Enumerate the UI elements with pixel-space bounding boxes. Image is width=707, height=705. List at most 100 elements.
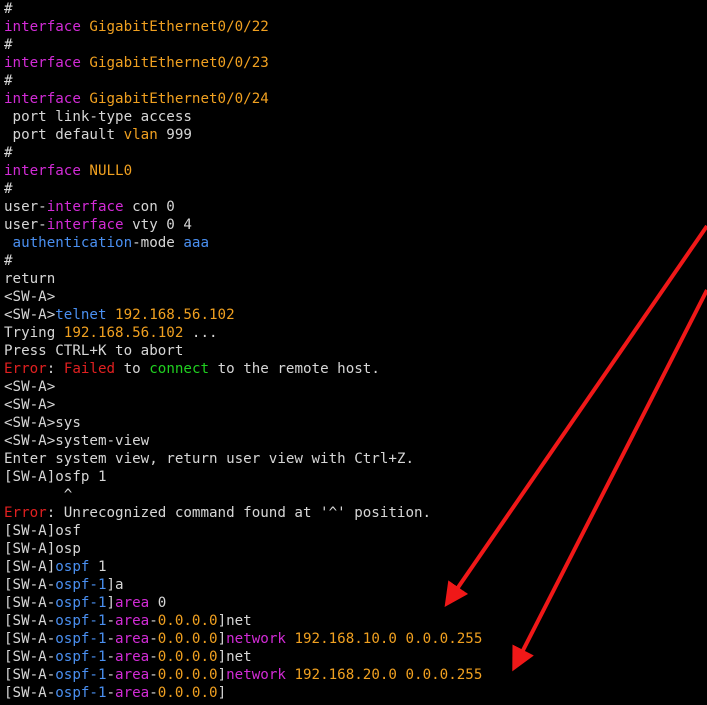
terminal-text-segment: ospf-1 <box>55 667 107 683</box>
terminal-text-segment: [SW-A]osf <box>4 523 81 539</box>
terminal-line: [SW-A-ospf-1-area-0.0.0.0]net <box>4 648 707 666</box>
terminal-text-segment: ] <box>217 667 227 683</box>
terminal-text-segment: GigabitEthernet0/0/22 <box>89 19 269 35</box>
terminal-text-segment: - <box>149 667 158 683</box>
terminal-text-segment: interface <box>4 55 90 71</box>
terminal-text-segment: # <box>4 1 13 17</box>
terminal-line: interface GigabitEthernet0/0/24 <box>4 90 707 108</box>
terminal-text-segment: [SW-A- <box>4 649 56 665</box>
terminal-line: [SW-A-ospf-1]area 0 <box>4 594 707 612</box>
terminal-text-segment: - <box>106 667 116 683</box>
terminal-text-segment: vlan <box>123 127 158 143</box>
terminal-line: interface NULL0 <box>4 162 707 180</box>
terminal-text-segment: user- <box>4 199 47 215</box>
terminal-text-segment: Press CTRL+K to abort <box>4 343 184 359</box>
terminal-text-segment: [SW-A- <box>4 631 56 647</box>
terminal-line: port default vlan 999 <box>4 126 707 144</box>
terminal-line: ^ <box>4 486 707 504</box>
terminal-text-segment: [SW-A- <box>4 595 56 611</box>
terminal-line: [SW-A-ospf-1-area-0.0.0.0]net <box>4 612 707 630</box>
terminal-text-segment: ospf-1 <box>55 631 107 647</box>
terminal-line: port link-type access <box>4 108 707 126</box>
terminal-text-segment: - <box>149 613 158 629</box>
terminal-text-segment: <SW-A> <box>4 379 56 395</box>
terminal-line: # <box>4 36 707 54</box>
terminal-line: Trying 192.168.56.102 ... <box>4 324 707 342</box>
terminal-text-segment: ^ <box>4 487 73 503</box>
terminal-text-segment: - <box>106 649 116 665</box>
terminal-line: [SW-A-ospf-1]a <box>4 576 707 594</box>
terminal-line: [SW-A]osp <box>4 540 707 558</box>
terminal-line: Enter system view, return user view with… <box>4 450 707 468</box>
terminal-text-segment: -mode <box>132 235 184 251</box>
terminal-text-segment: 0.0.0.255 <box>405 631 483 647</box>
terminal-text-segment: 0.0.0.0 <box>157 613 218 629</box>
terminal-text-segment: <SW-A>system-view <box>4 433 150 449</box>
terminal-text-segment: authentication <box>12 235 133 251</box>
terminal-text-segment: 999 <box>157 127 192 143</box>
terminal-line: Error: Failed to connect to the remote h… <box>4 360 707 378</box>
terminal-text-segment: ] <box>106 595 116 611</box>
terminal-text-segment: - <box>149 685 158 701</box>
terminal-text-segment: to the remote host. <box>209 361 380 377</box>
terminal-line: <SW-A> <box>4 396 707 414</box>
terminal-text-segment: ]a <box>106 577 124 593</box>
terminal-text-segment: area <box>115 613 150 629</box>
terminal-line: [SW-A-ospf-1-area-0.0.0.0]network 192.16… <box>4 630 707 648</box>
terminal-text-segment: con 0 <box>123 199 175 215</box>
terminal-text-segment: interface <box>4 19 90 35</box>
terminal-line: Press CTRL+K to abort <box>4 342 707 360</box>
terminal-text-segment: [SW-A- <box>4 613 56 629</box>
terminal-line: # <box>4 72 707 90</box>
terminal-text-segment: area <box>115 667 150 683</box>
terminal-text-segment: [SW-A- <box>4 667 56 683</box>
terminal-text-segment: # <box>4 73 13 89</box>
terminal-text-segment: ospf <box>55 559 90 575</box>
terminal-line: user-interface vty 0 4 <box>4 216 707 234</box>
terminal-text-segment: area <box>115 649 150 665</box>
terminal-text-segment: NULL0 <box>89 163 133 179</box>
terminal-text-segment: area <box>115 631 150 647</box>
terminal-text-segment: ]net <box>217 613 252 629</box>
terminal-text-segment: Error <box>4 361 47 377</box>
terminal-text-segment: 0 <box>149 595 167 611</box>
terminal-text-segment: # <box>4 253 13 269</box>
terminal-text-segment: network <box>226 631 286 647</box>
terminal-text-segment: return <box>4 271 56 287</box>
terminal-line: user-interface con 0 <box>4 198 707 216</box>
terminal-text-segment: aaa <box>183 235 210 251</box>
terminal-text-segment: ... <box>183 325 218 341</box>
terminal-text-segment: vty 0 4 <box>123 217 192 233</box>
terminal-line: [SW-A]osfp 1 <box>4 468 707 486</box>
terminal-text-segment: 0.0.0.0 <box>157 631 218 647</box>
terminal-text-segment: - <box>149 649 158 665</box>
terminal-line: authentication-mode aaa <box>4 234 707 252</box>
terminal-text-segment: user- <box>4 217 47 233</box>
terminal-text-segment: port link-type access <box>4 109 192 125</box>
terminal-text-segment: 192.168.56.102 <box>115 307 235 323</box>
terminal-line: <SW-A> <box>4 378 707 396</box>
terminal-text-segment: 0.0.0.255 <box>405 667 483 683</box>
terminal-text-segment: network <box>226 667 286 683</box>
terminal-line: [SW-A]ospf 1 <box>4 558 707 576</box>
terminal-text-segment: GigabitEthernet0/0/23 <box>89 55 269 71</box>
terminal-text-segment: [SW-A]osp <box>4 541 81 557</box>
terminal-text-segment: - <box>149 631 158 647</box>
terminal-text-segment: <SW-A>sys <box>4 415 81 431</box>
terminal-text-segment: Enter system view, return user view with… <box>4 451 414 467</box>
terminal-text-segment: ]net <box>217 649 252 665</box>
terminal-text-segment: ospf-1 <box>55 613 107 629</box>
terminal-text-segment: interface <box>46 217 124 233</box>
terminal-output[interactable]: # interface GigabitEthernet0/0/22 # interfa… <box>0 0 707 705</box>
terminal-text-segment: Trying <box>4 325 64 341</box>
terminal-text-segment: 0.0.0.0 <box>157 685 218 701</box>
terminal-text-segment: 0.0.0.0 <box>157 667 218 683</box>
terminal-line: <SW-A> <box>4 288 707 306</box>
terminal-text-segment: [SW-A] <box>4 559 56 575</box>
terminal-text-segment: 192.168.10.0 <box>294 631 397 647</box>
terminal-line: [SW-A-ospf-1-area-0.0.0.0] <box>4 684 707 702</box>
terminal-text-segment: 192.168.20.0 <box>294 667 397 683</box>
